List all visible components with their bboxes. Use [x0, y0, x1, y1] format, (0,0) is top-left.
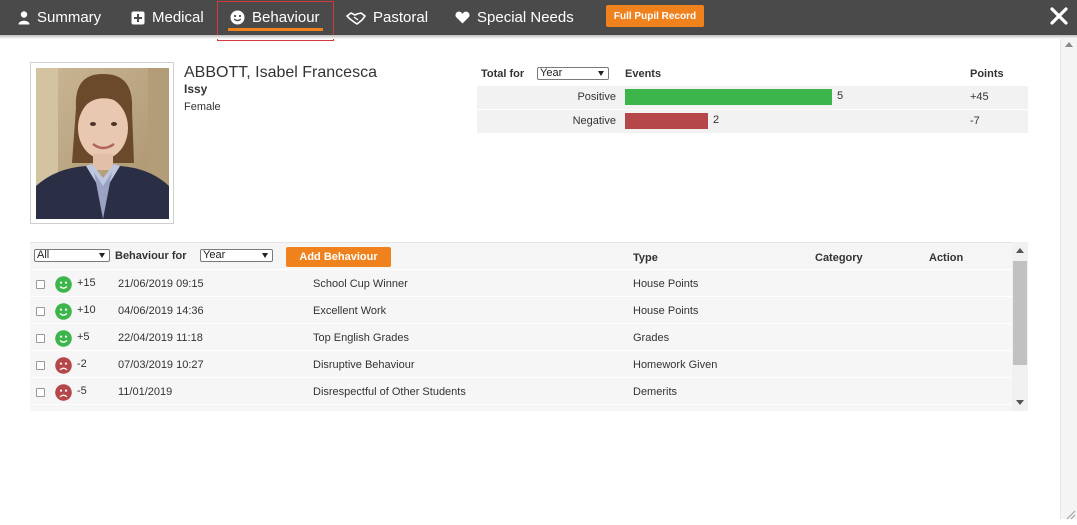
chevron-down-icon [598, 71, 604, 76]
pupil-nickname: Issy [184, 82, 208, 96]
row-points: -5 [77, 385, 87, 397]
pupil-gender: Female [184, 101, 221, 113]
total-for-label: Total for [481, 68, 525, 80]
row-date: 11/01/2019 [118, 386, 173, 398]
row-description[interactable]: Excellent Work [313, 305, 386, 317]
row-description[interactable]: Disruptive Behaviour [313, 359, 415, 371]
row-type: House Points [633, 305, 699, 317]
scroll-up-arrow-icon[interactable] [1016, 248, 1024, 253]
behaviour-filter-select[interactable]: All [34, 249, 110, 262]
positive-events-bar [625, 89, 832, 105]
close-icon[interactable] [1049, 6, 1069, 26]
totals-row-label: Positive [577, 91, 616, 103]
resize-grip-icon[interactable] [1064, 507, 1076, 520]
top-nav-bar: Summary Medical Behaviour Pastoral Speci… [0, 0, 1077, 35]
column-header-category[interactable]: Category [815, 252, 863, 264]
row-checkbox[interactable] [36, 280, 45, 289]
select-value: Year [203, 249, 226, 261]
behaviour-period-select[interactable]: Year [200, 249, 273, 262]
frown-face-icon [55, 357, 72, 374]
row-type: Homework Given [633, 359, 718, 371]
tab-medical[interactable]: Medical [131, 0, 204, 35]
pupil-name: ABBOTT, Isabel Francesca [184, 64, 377, 81]
add-behaviour-button[interactable]: Add Behaviour [286, 247, 391, 267]
row-description[interactable]: School Cup Winner [313, 278, 408, 290]
tab-label: Summary [37, 9, 102, 26]
select-value: All [37, 249, 50, 261]
row-checkbox[interactable] [36, 307, 45, 316]
heart-icon [455, 11, 470, 24]
tab-label: Special Needs [477, 9, 574, 26]
totals-row-label: Negative [572, 115, 616, 127]
row-checkbox[interactable] [36, 361, 45, 370]
totals-events-count: 2 [713, 114, 720, 126]
totals-points: -7 [970, 115, 980, 127]
row-type: House Points [633, 278, 699, 290]
full-pupil-record-button[interactable]: Full Pupil Record [606, 5, 704, 27]
handshake-icon [346, 11, 366, 25]
row-points: -2 [77, 358, 87, 370]
row-date: 07/03/2019 10:27 [118, 359, 204, 371]
scroll-up-arrow-icon[interactable] [1065, 42, 1073, 47]
pupil-photo [36, 68, 169, 219]
tab-label: Pastoral [373, 9, 429, 26]
row-description[interactable]: Disrespectful of Other Students [313, 386, 466, 398]
smile-face-icon [55, 330, 72, 347]
row-points: +10 [77, 304, 96, 316]
row-points: +15 [77, 277, 96, 289]
user-icon [18, 10, 30, 25]
topbar-shadow [0, 35, 1077, 39]
row-checkbox[interactable] [36, 334, 45, 343]
behaviour-row[interactable] [30, 405, 1012, 411]
behaviour-for-label: Behaviour for [115, 250, 187, 262]
behaviour-list: All Behaviour for Year Add Behaviour Typ… [30, 242, 1028, 411]
frown-face-icon [55, 384, 72, 401]
tab-summary[interactable]: Summary [18, 0, 101, 35]
page-scrollbar[interactable] [1060, 39, 1077, 519]
smile-face-icon [55, 276, 72, 293]
row-type: Grades [633, 332, 670, 344]
events-header: Events [625, 68, 662, 80]
totals-row-positive: Positive 5 +45 [477, 86, 1028, 109]
behaviour-row[interactable]: -2 07/03/2019 10:27 Disruptive Behaviour Ho… [30, 351, 1012, 378]
scrollbar-thumb[interactable] [1013, 261, 1027, 365]
behaviour-row[interactable]: -5 11/01/2019 Disrespectful of Other Stude… [30, 378, 1012, 405]
behaviour-row[interactable]: +15 21/06/2019 09:15 School Cup Winner Hous… [30, 270, 1012, 297]
behaviour-row[interactable]: +5 22/04/2019 11:18 Top English Grades Grad… [30, 324, 1012, 351]
row-date: 22/04/2019 11:18 [118, 332, 203, 344]
chevron-down-icon [99, 253, 105, 258]
points-header: Points [970, 68, 1004, 80]
totals-points: +45 [970, 91, 989, 103]
pupil-photo-frame [30, 62, 174, 224]
tab-label: Medical [152, 9, 204, 26]
totals-row-negative: Negative 2 -7 [477, 110, 1028, 133]
tab-pastoral[interactable]: Pastoral [346, 0, 428, 35]
plus-square-icon [131, 11, 145, 25]
row-type: Demerits [633, 386, 678, 398]
scroll-down-arrow-icon[interactable] [1016, 400, 1024, 405]
smile-face-icon [55, 303, 72, 320]
row-checkbox[interactable] [36, 388, 45, 397]
select-value: Year [540, 67, 563, 79]
behaviour-list-scrollbar[interactable] [1012, 242, 1028, 411]
row-points: +5 [77, 331, 90, 343]
behaviour-list-header: All Behaviour for Year Add Behaviour Typ… [30, 242, 1012, 269]
tab-special-needs[interactable]: Special Needs [455, 0, 574, 35]
row-date: 21/06/2019 09:15 [118, 278, 204, 290]
totals-period-select[interactable]: Year [537, 67, 609, 80]
row-date: 04/06/2019 14:36 [118, 305, 204, 317]
negative-events-bar [625, 113, 708, 129]
behaviour-totals: Total for Year Events Points Positive 5 … [477, 63, 1028, 133]
behaviour-row[interactable]: +10 04/06/2019 14:36 Excellent Work House P… [30, 297, 1012, 324]
column-header-type[interactable]: Type [633, 252, 658, 264]
totals-header: Total for Year Events Points [477, 63, 1028, 85]
row-description[interactable]: Top English Grades [313, 332, 409, 344]
column-header-action: Action [929, 252, 964, 264]
chevron-down-icon [262, 253, 268, 258]
totals-events-count: 5 [837, 90, 844, 102]
